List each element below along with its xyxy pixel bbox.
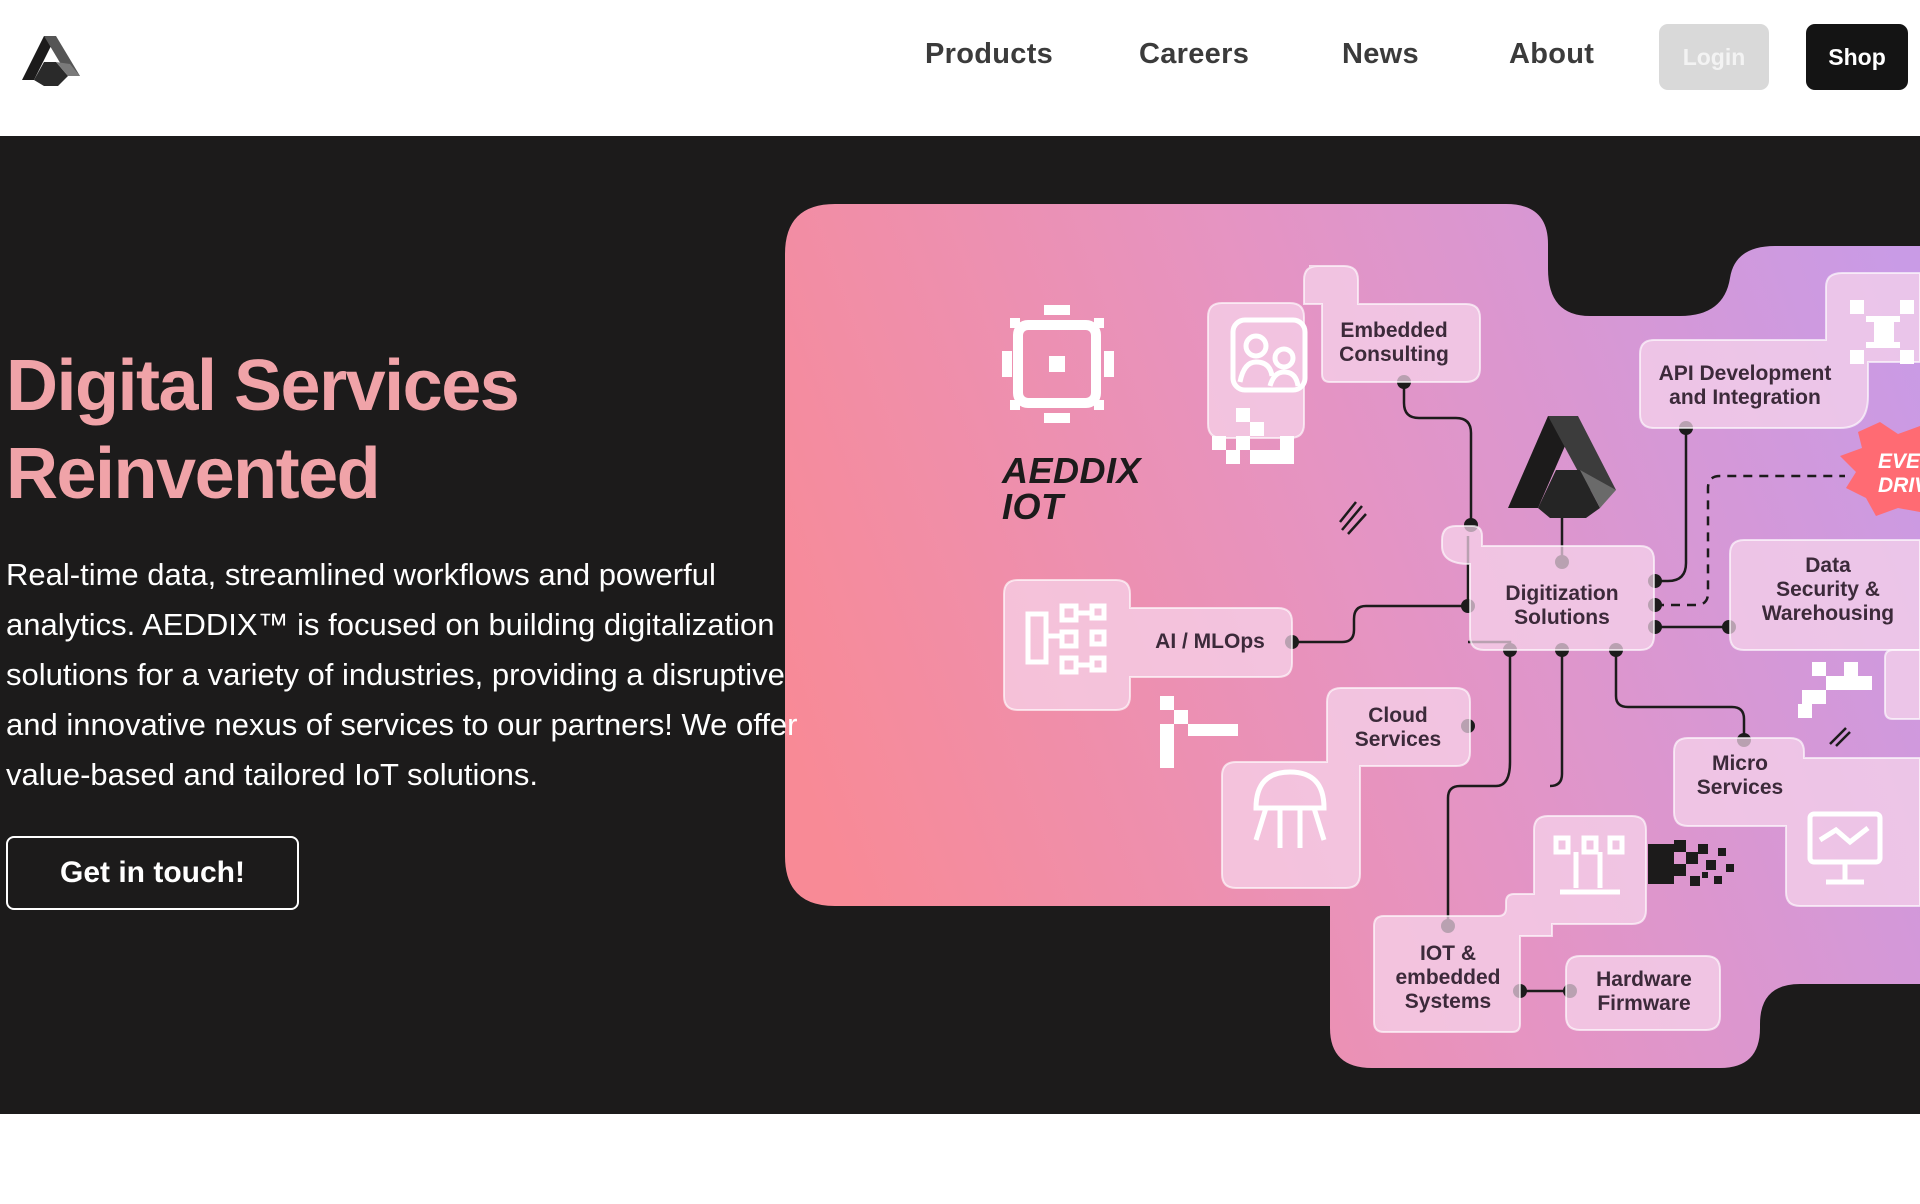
label-line: and Integration: [1669, 386, 1821, 409]
label-line: Security &: [1776, 578, 1880, 601]
chip-icon: [1002, 305, 1114, 423]
label-iot-embedded: IOT & embedded Systems: [1378, 942, 1518, 1014]
label-line: Firmware: [1597, 992, 1691, 1015]
login-button[interactable]: Login: [1659, 24, 1769, 90]
label-api-development: API Development and Integration: [1650, 362, 1840, 410]
label-hardware-firmware: Hardware Firmware: [1574, 968, 1714, 1016]
label-line: Services: [1696, 776, 1784, 799]
event-badge-line-2: DRIV: [1878, 474, 1920, 497]
label-line: IOT &: [1420, 942, 1476, 965]
label-line: AI / MLOps: [1155, 630, 1265, 653]
get-in-touch-button[interactable]: Get in touch!: [6, 836, 299, 910]
label-line: Data: [1805, 554, 1851, 577]
hero-description-line: value-based and tailored IoT solutions.: [6, 757, 538, 792]
label-line: Micro: [1711, 752, 1768, 775]
label-line: Services: [1354, 728, 1442, 751]
event-badge-line-1: EVE: [1878, 450, 1920, 473]
label-line: Hardware: [1596, 968, 1692, 991]
hero-description-line: Real-time data, streamlined workflows an…: [6, 557, 716, 592]
label-line: Warehousing: [1761, 602, 1895, 625]
label-line: Digitization: [1505, 582, 1619, 605]
hero-description-line: analytics. AEDDIX™ is focused on buildin…: [6, 607, 775, 642]
aeddix-iot-label: AEDDIX IOT: [1002, 453, 1141, 525]
label-data-security: Data Security & Warehousing: [1748, 554, 1908, 626]
hero-description: Real-time data, streamlined workflows an…: [6, 550, 886, 800]
shop-button[interactable]: Shop: [1806, 24, 1908, 90]
label-embedded-consulting: Embedded Consulting: [1334, 319, 1454, 367]
label-line: Embedded: [1340, 319, 1448, 342]
hero-title: Digital Services Reinvented: [6, 342, 520, 518]
label-line: Systems: [1404, 990, 1492, 1013]
nav-link-about[interactable]: About: [1509, 38, 1594, 71]
label-digitization: Digitization Solutions: [1492, 582, 1632, 630]
site-header: Products Careers News About Login Shop: [0, 0, 1920, 136]
label-cloud-services: Cloud Services: [1338, 704, 1458, 752]
hero-section: AEDDIX IOT EVE DRIV Embedded Consulting …: [0, 136, 1920, 1114]
page-below-hero: [0, 1114, 1920, 1204]
hero-title-line-2: Reinvented: [6, 434, 381, 514]
nav-link-products[interactable]: Products: [925, 38, 1053, 71]
hero-title-line-1: Digital Services: [6, 346, 520, 426]
label-line: API Development: [1658, 362, 1832, 385]
brand-line-2: IOT: [1002, 486, 1064, 527]
nav-link-news[interactable]: News: [1342, 38, 1419, 71]
label-line: Consulting: [1339, 343, 1449, 366]
label-line: Cloud: [1368, 704, 1428, 727]
hero-description-line: and innovative nexus of services to our …: [6, 707, 798, 742]
hero-description-line: solutions for a variety of industries, p…: [6, 657, 785, 692]
label-ai-mlops: AI / MLOps: [1140, 630, 1280, 654]
label-micro-services: Micro Services: [1680, 752, 1800, 800]
aeddix-logo-icon[interactable]: [18, 28, 84, 88]
event-badge-label: EVE DRIV: [1878, 450, 1920, 498]
label-line: embedded: [1395, 966, 1501, 989]
brand-line-1: AEDDIX: [1002, 450, 1142, 491]
nav-link-careers[interactable]: Careers: [1139, 38, 1249, 71]
label-line: Solutions: [1514, 606, 1610, 629]
